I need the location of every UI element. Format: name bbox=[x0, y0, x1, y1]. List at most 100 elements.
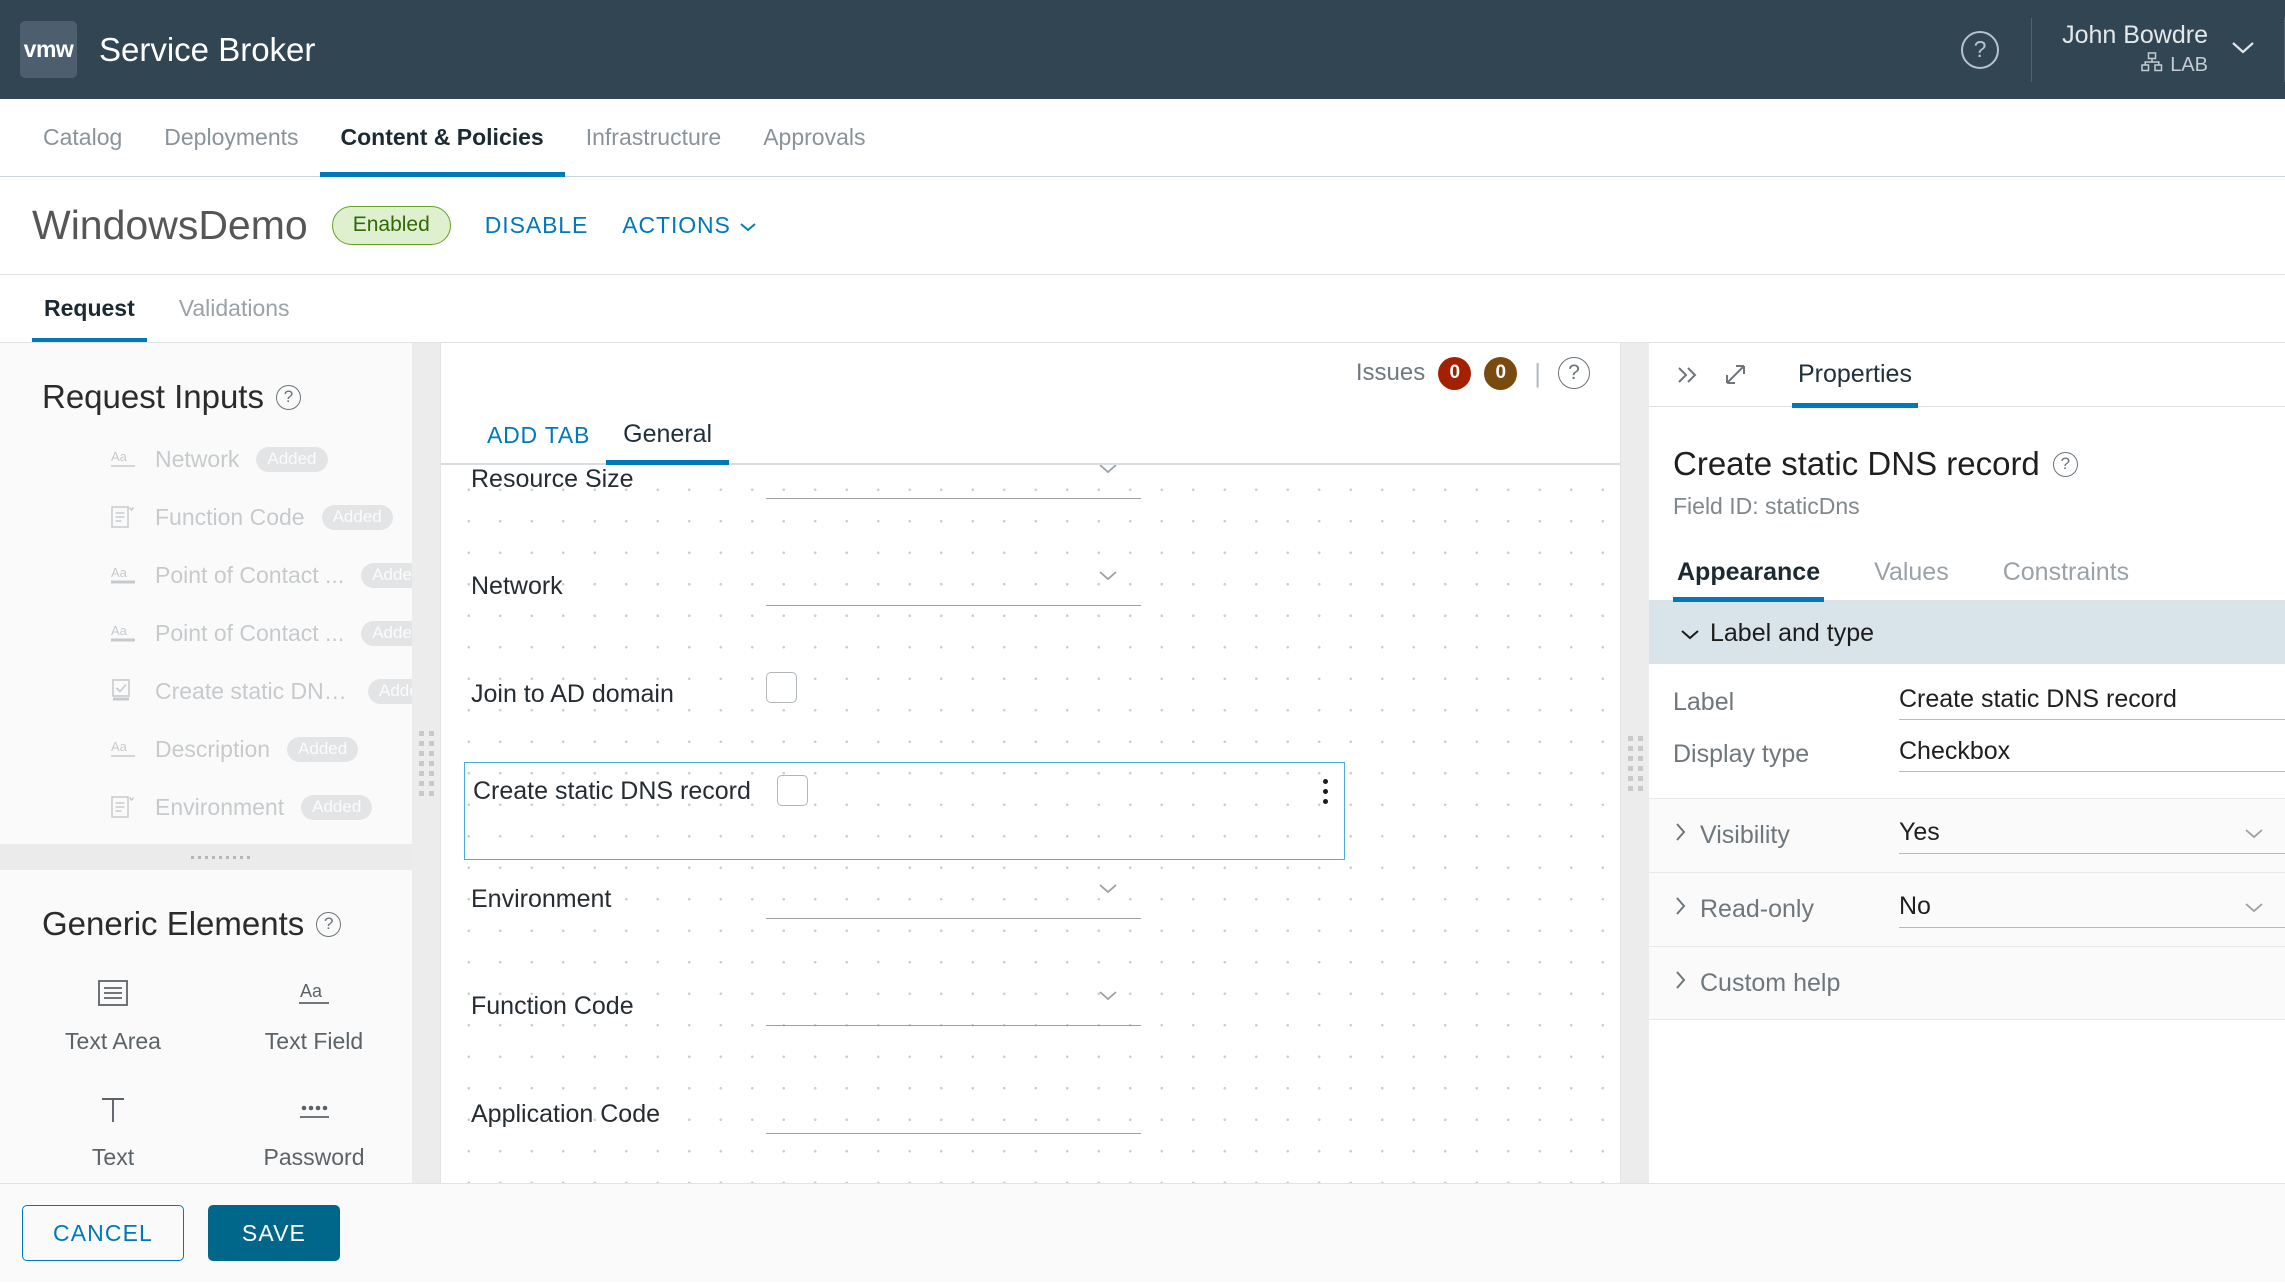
added-badge: Added bbox=[321, 504, 393, 530]
accordion-key-label: Custom help bbox=[1700, 968, 1841, 997]
tab-values[interactable]: Values bbox=[1870, 558, 1953, 600]
chevron-right-icon bbox=[1673, 821, 1687, 850]
canvas-field-control[interactable] bbox=[766, 1092, 1596, 1134]
nav-tab-approvals[interactable]: Approvals bbox=[742, 99, 886, 176]
visibility-select[interactable]: Yes bbox=[1899, 818, 2285, 854]
canvas-field-control[interactable] bbox=[766, 564, 1596, 606]
request-input-item[interactable]: Aa Network Added bbox=[0, 430, 440, 488]
added-badge: Added bbox=[301, 794, 373, 820]
properties-tab-bar: Properties bbox=[1649, 343, 2285, 408]
help-circle-icon[interactable]: ? bbox=[2052, 451, 2078, 477]
dropdown-control[interactable] bbox=[766, 984, 1141, 1026]
display-type-input[interactable]: Checkbox bbox=[1899, 737, 2285, 772]
canvas-field-function-code[interactable]: Function Code bbox=[471, 984, 1596, 1026]
canvas-field-control[interactable] bbox=[766, 465, 1596, 499]
nav-tab-deployments[interactable]: Deployments bbox=[143, 99, 319, 176]
help-circle-icon[interactable]: ? bbox=[316, 911, 342, 937]
accordion-key-label: Read-only bbox=[1700, 895, 1814, 923]
request-input-item[interactable]: Environment Added bbox=[0, 778, 440, 836]
checkbox-control[interactable] bbox=[766, 672, 797, 703]
palette-item-password[interactable]: Password bbox=[239, 1077, 389, 1171]
tab-appearance[interactable]: Appearance bbox=[1673, 558, 1825, 602]
tab-constraints[interactable]: Constraints bbox=[1999, 558, 2133, 600]
property-row-display-type[interactable]: Display type Checkbox bbox=[1649, 732, 2285, 776]
user-menu[interactable]: John Bowdre LAB bbox=[2032, 0, 2284, 99]
issues-error-badge[interactable]: 0 bbox=[1438, 356, 1472, 390]
drag-dots-icon bbox=[1627, 735, 1643, 791]
request-input-item[interactable]: Aa Description Added bbox=[0, 720, 440, 778]
field-options-kebab-menu[interactable] bbox=[1323, 779, 1328, 804]
property-row-label[interactable]: Label Create static DNS record bbox=[1649, 680, 2285, 724]
request-input-item[interactable]: Aa Point of Contact ... Added bbox=[0, 546, 440, 604]
canvas-field-label: Create static DNS record bbox=[473, 777, 751, 805]
request-input-item[interactable]: Create static DNS... Added bbox=[0, 662, 440, 720]
properties-subtabs: Appearance Values Constraints bbox=[1649, 520, 2285, 602]
canvas-field-environment[interactable]: Environment bbox=[471, 877, 1596, 919]
request-input-label: Point of Contact ... bbox=[155, 619, 345, 646]
canvas-field-control[interactable] bbox=[766, 672, 1596, 703]
help-circle-icon[interactable]: ? bbox=[1558, 357, 1590, 389]
tab-validations[interactable]: Validations bbox=[167, 275, 302, 342]
canvas-field-application-code[interactable]: Application Code bbox=[471, 1092, 1596, 1134]
checkbox-control[interactable] bbox=[777, 775, 808, 806]
status-badge: Enabled bbox=[331, 206, 451, 245]
nav-tab-catalog[interactable]: Catalog bbox=[22, 99, 143, 176]
editor-body: Request Inputs ? Aa Network Added Functi… bbox=[0, 342, 2285, 1183]
issues-label: Issues bbox=[1355, 359, 1426, 386]
text-field-icon: Aa bbox=[108, 621, 138, 645]
chevrons-right-icon[interactable] bbox=[1664, 364, 1712, 386]
canvas-field-control[interactable] bbox=[766, 984, 1596, 1026]
dropdown-control[interactable] bbox=[766, 465, 1141, 499]
dropdown-control[interactable] bbox=[766, 564, 1141, 606]
canvas-field-create-static-dns-selected[interactable]: Create static DNS record bbox=[464, 762, 1345, 860]
cancel-button[interactable]: CANCEL bbox=[22, 1205, 184, 1261]
accordion-row-visibility[interactable]: Visibility Yes bbox=[1649, 798, 2285, 872]
added-badge: Added bbox=[287, 736, 359, 762]
expand-diagonal-icon[interactable] bbox=[1712, 362, 1758, 388]
read-only-select[interactable]: No bbox=[1899, 892, 2285, 928]
palette-item-text-field[interactable]: Aa Text Field bbox=[239, 961, 389, 1055]
chevron-down-icon bbox=[1097, 465, 1119, 480]
dropdown-control[interactable] bbox=[766, 1092, 1141, 1134]
issues-warning-badge[interactable]: 0 bbox=[1484, 356, 1518, 390]
text-icon bbox=[93, 1093, 133, 1132]
left-panel-resize-handle[interactable] bbox=[412, 343, 440, 1183]
dropdown-control[interactable] bbox=[766, 877, 1141, 919]
footer-action-bar: CANCEL SAVE bbox=[0, 1183, 2285, 1282]
canvas-field-label: Application Code bbox=[471, 1100, 661, 1128]
label-input[interactable]: Create static DNS record bbox=[1899, 685, 2285, 720]
palette-item-text-area[interactable]: Text Area bbox=[38, 961, 188, 1055]
help-circle-icon[interactable]: ? bbox=[1961, 30, 2000, 69]
accordion-row-custom-help[interactable]: Custom help bbox=[1649, 946, 2285, 1020]
form-designer-canvas[interactable]: Resource Size Network Join to AD domain … bbox=[441, 465, 1620, 1183]
request-input-item[interactable]: Function Code Added bbox=[0, 488, 440, 546]
canvas-tab-general[interactable]: General bbox=[606, 420, 730, 465]
canvas-field-resource-size[interactable]: Resource Size bbox=[471, 465, 1596, 499]
canvas-field-network[interactable]: Network bbox=[471, 564, 1596, 606]
request-input-label: Environment bbox=[155, 793, 285, 820]
actions-button-label: ACTIONS bbox=[622, 212, 731, 238]
disable-button[interactable]: DISABLE bbox=[485, 212, 588, 239]
app-title: Service Broker bbox=[99, 30, 316, 68]
canvas-field-join-ad-domain[interactable]: Join to AD domain bbox=[471, 672, 1596, 712]
right-panel-resize-handle[interactable] bbox=[1621, 343, 1649, 1183]
tab-request[interactable]: Request bbox=[32, 275, 147, 342]
canvas-field-control[interactable] bbox=[766, 877, 1596, 919]
checkbox-icon bbox=[108, 678, 138, 704]
save-button[interactable]: SAVE bbox=[207, 1205, 340, 1261]
text-area-icon bbox=[93, 977, 133, 1016]
panel-resize-handle-horizontal[interactable] bbox=[0, 844, 440, 870]
actions-menu-button[interactable]: ACTIONS bbox=[622, 212, 757, 239]
palette-item-text[interactable]: Text bbox=[38, 1077, 188, 1171]
tab-properties[interactable]: Properties bbox=[1792, 343, 1918, 408]
property-value: Create static DNS record bbox=[1899, 684, 2177, 713]
accordion-label-and-type[interactable]: Label and type bbox=[1649, 602, 2285, 664]
nav-tab-infrastructure[interactable]: Infrastructure bbox=[565, 99, 743, 176]
help-circle-icon[interactable]: ? bbox=[275, 384, 301, 410]
request-input-item[interactable]: Aa Point of Contact ... Added bbox=[0, 604, 440, 662]
accordion-row-read-only[interactable]: Read-only No bbox=[1649, 872, 2285, 946]
nav-tab-content-policies[interactable]: Content & Policies bbox=[319, 99, 565, 177]
add-tab-button[interactable]: ADD TAB bbox=[471, 422, 606, 463]
chevron-down-icon bbox=[1097, 988, 1119, 1007]
